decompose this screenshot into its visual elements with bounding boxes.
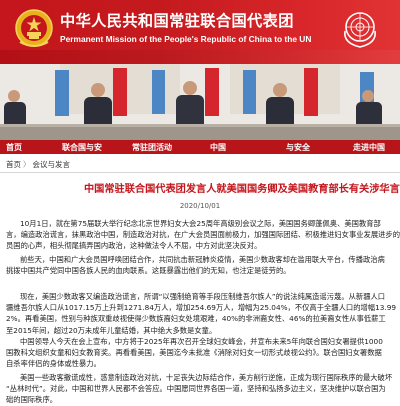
- breadcrumb: 首页〉会议与发言: [6, 159, 70, 170]
- paragraph-line: 础的国际秩序。: [6, 395, 58, 405]
- article-paragraph-5: 美国一些政客撒谎成性，惑意制造政治对抗，十足丧失边际结合作，美方削行逆施，正成为…: [6, 372, 400, 406]
- breadcrumb-home-link[interactable]: 首页: [6, 160, 21, 169]
- content-divider: [0, 172, 400, 173]
- article-title: 中国常驻联合国代表团发言人就美国国务卿及美国教育部长有关涉华言论发: [84, 184, 400, 195]
- paragraph-line: 前些天，中国和广大会员国呼唤团结合作，共同抗击新冠肺炎疫情，美国少数政客却在滥用…: [20, 255, 385, 264]
- article-paragraph-3: 现在，美国少数政客又编造政治谎言，所谓“以强制绝育等手段压制维吾尔族人”的说法纯…: [6, 291, 400, 336]
- paragraph-line: 自杀率伴侣的身体或性暴力。: [6, 359, 101, 369]
- main-nav: 首页 联合国与安 常驻团活动 中国 与安全 走进中国: [0, 140, 400, 154]
- paragraph-line: 至2015年间，超过20万未成年儿童结婚，其中绝大多数是女童。: [6, 325, 217, 335]
- national-emblem-icon[interactable]: [14, 6, 54, 52]
- paragraph-line: 员国的心声，相头彻尾搞弄国内政治，这种做法令人不屈，中方对此坚决反对。: [6, 241, 262, 251]
- article-paragraph-1: 10月1日，就在第75届联大举行纪念北京世界妇女大会25周年高级别会议之际，美国…: [6, 218, 400, 252]
- paragraph-line: 挑拨中国共产党同中国各族人民的血肉联系。这既暴露出他们的无知，也注定是徒劳的。: [6, 266, 291, 276]
- paragraph-line: 美国一些政客撒谎成性，惑意制造政治对抗，十足丧失边际结合作，美方削行逆施，正成为…: [20, 373, 393, 382]
- article-paragraph-4: 中国领导人今天在会上宣布，中方将于2025年再次召开全球妇女峰会，并宣布未来5年…: [6, 336, 400, 370]
- paragraph-line: 现在，美国少数政客又编造政治谎言，所谓“以强制绝育等手段压制维吾尔族人”的说法纯…: [20, 292, 386, 301]
- nav-item-security[interactable]: 与安全: [286, 142, 310, 153]
- nav-item-un-security[interactable]: 联合国与安: [62, 142, 102, 153]
- paragraph-line: 10月1日，就在第75届联大举行纪念北京世界妇女大会25周年高级别会议之际，美国…: [20, 219, 381, 228]
- site-title-english: Permanent Mission of the People's Republ…: [60, 34, 312, 44]
- paragraph-line: 言，编造政治谎言，抹黑政治中国，制造政治对抗，在广大会员国面前极力，加强国际团结…: [6, 230, 400, 240]
- paragraph-line: 中国领导人今天在会上宣布，中方将于2025年再次召开全球妇女峰会，并宣布未来5年…: [20, 337, 383, 346]
- header-photo: [0, 64, 400, 140]
- article-paragraph-2: 前些天，中国和广大会员国呼唤团结合作，共同抗击新冠肺炎疫情，美国少数政客却在滥用…: [6, 254, 400, 276]
- breadcrumb-section-link[interactable]: 会议与发言: [33, 160, 71, 169]
- site-title-chinese: 中华人民共和国常驻联合国代表团: [60, 12, 294, 30]
- paragraph-line: 2%。再看美国，性别与种族双重歧视使得少数族裔妇女处境艰难，40%的非洲裔女性、…: [6, 314, 386, 324]
- article-date: 2020/10/01: [179, 202, 221, 210]
- nav-item-china[interactable]: 中国: [210, 142, 226, 153]
- nav-item-home[interactable]: 首页: [6, 142, 22, 153]
- breadcrumb-separator: 〉: [23, 160, 31, 169]
- site-header-banner: 中华人民共和国常驻联合国代表团 Permanent Mission of the…: [0, 0, 400, 64]
- paragraph-line: “丛林时代”。对此，中国和世界人民都不会答应。中国愿同世界各国一道，坚持和弘扬多…: [6, 384, 386, 394]
- paragraph-line: 国教科文组织女童和妇女教育奖。再看看美国，美国迄今未批准《消除对妇女一切形式歧视…: [6, 348, 382, 358]
- paragraph-line: 疆维吾尔族人口从1017.15万上升到1271.84万人，增加254.69万人，…: [6, 303, 396, 313]
- un-emblem-icon: [343, 12, 377, 48]
- nav-item-discover-china[interactable]: 走进中国: [353, 142, 385, 153]
- nav-item-mission-activities[interactable]: 常驻团活动: [132, 142, 172, 153]
